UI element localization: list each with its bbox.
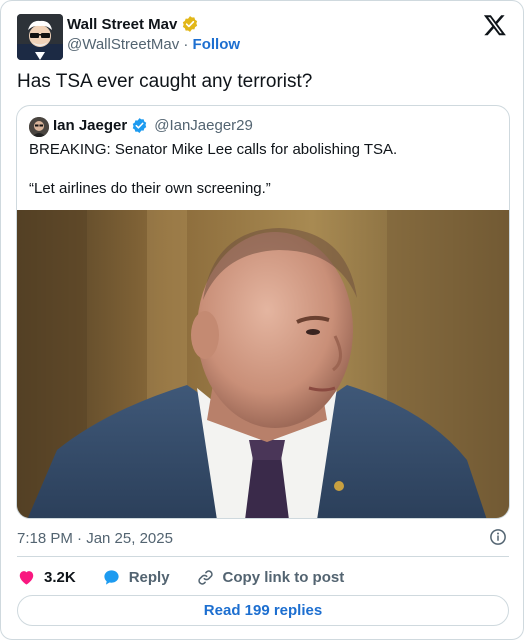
link-icon	[197, 569, 213, 585]
quote-author-avatar[interactable]	[29, 117, 49, 137]
tweet-timestamp[interactable]: 7:18 PM · Jan 25, 2025	[17, 530, 173, 547]
like-count: 3.2K	[44, 568, 76, 586]
x-logo-icon[interactable]	[483, 13, 507, 37]
read-replies-button[interactable]: Read 199 replies	[17, 595, 509, 626]
tweet-text: Has TSA ever caught any terrorist?	[17, 71, 313, 92]
quote-text-line-1: BREAKING: Senator Mike Lee calls for abo…	[29, 141, 398, 158]
quote-author-name[interactable]: Ian Jaeger	[53, 117, 127, 134]
verified-blue-icon	[132, 118, 147, 133]
copy-link-button[interactable]: Copy link to post	[196, 568, 345, 587]
author-name[interactable]: Wall Street Mav	[67, 15, 199, 33]
follow-button[interactable]: Follow	[193, 36, 241, 53]
copy-link-label: Copy link to post	[222, 568, 345, 586]
info-icon[interactable]	[489, 528, 507, 546]
quote-author-handle[interactable]: @IanJaeger29	[154, 117, 253, 134]
action-bar: 3.2K Reply Copy link to post	[17, 567, 370, 587]
reply-label: Reply	[128, 568, 170, 586]
quoted-tweet[interactable]: Ian Jaeger @IanJaeger29 BREAKING: Senato…	[16, 105, 510, 519]
reply-button[interactable]: Reply	[102, 568, 170, 587]
heart-icon	[19, 570, 34, 585]
reply-bubble-icon	[104, 569, 119, 585]
like-button[interactable]: 3.2K	[17, 568, 76, 587]
author-subline: @WallStreetMav · Follow	[67, 36, 240, 53]
author-avatar[interactable]	[17, 14, 63, 60]
tweet-card: Wall Street Mav @WallStreetMav · Follow …	[0, 0, 524, 640]
quote-photo[interactable]	[17, 210, 509, 519]
divider	[17, 556, 509, 557]
handle-separator: ·	[179, 36, 193, 53]
verified-gold-icon	[183, 16, 198, 32]
quote-text-line-2: “Let airlines do their own screening.”	[29, 180, 271, 197]
author-handle[interactable]: @WallStreetMav	[67, 36, 179, 53]
quote-author[interactable]: Ian Jaeger @IanJaeger29	[53, 117, 253, 134]
read-replies-label: Read 199 replies	[203, 602, 323, 619]
